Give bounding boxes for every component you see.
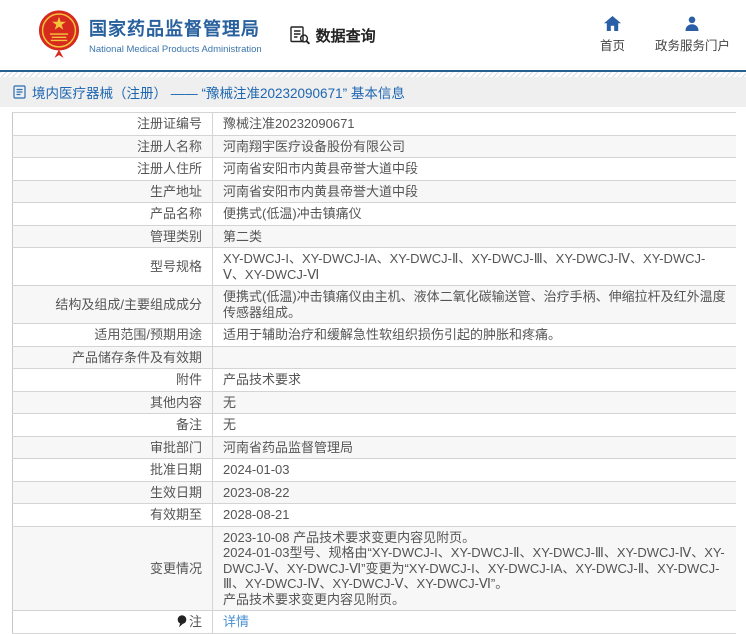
table-row: 产品名称 便携式(低温)冲击镇痛仪 (12, 202, 736, 226)
document-icon (13, 85, 26, 99)
table-row: 生效日期 2023-08-22 (12, 481, 736, 504)
row-label: 备注 (13, 414, 213, 437)
row-label: 适用范围/预期用途 (13, 324, 213, 347)
data-query-icon (289, 25, 311, 45)
table-row: 注册证编号 豫械注准20232090671 (12, 112, 736, 136)
table-row: 其他内容 无 (12, 391, 736, 414)
data-query-nav[interactable]: 数据查询 (289, 25, 376, 46)
table-row: 型号规格 XY-DWCJ-I、XY-DWCJ-IA、XY-DWCJ-Ⅱ、XY-D… (12, 247, 736, 286)
header-nav: 首页 政务服务门户 (600, 16, 730, 54)
row-value: 2024-01-03 (212, 458, 736, 481)
site-title-block: 国家药品监督管理局 National Medical Products Admi… (89, 15, 262, 55)
row-value: 河南翔宇医疗设备股份有限公司 (212, 135, 736, 158)
row-label-text: 变更情况 (149, 560, 202, 576)
row-label-text: 产品储存条件及有效期 (71, 349, 202, 365)
row-value: 详情 (212, 610, 736, 633)
row-label-text: 注册人住所 (136, 161, 202, 176)
row-label: 注册人名称 (13, 135, 213, 158)
nav-home[interactable]: 首页 (600, 16, 625, 54)
table-row: 结构及组成/主要组成成分 便携式(低温)冲击镇痛仪由主机、液体二氧化碳输送管、治… (12, 285, 736, 324)
site-title: 国家药品监督管理局 (89, 19, 260, 39)
row-label: 批准日期 (13, 459, 213, 482)
data-query-label: 数据查询 (315, 27, 376, 45)
row-label: 附件 (13, 369, 213, 392)
row-value: 2023-08-22 (212, 481, 736, 504)
row-label-text: 注册证编号 (136, 116, 202, 131)
row-label-text: 备注 (175, 417, 202, 432)
row-label-text: 其他内容 (149, 394, 202, 410)
row-value: 产品技术要求 (212, 368, 736, 391)
row-label-text: 注 (188, 614, 202, 629)
row-label: 注册人住所 (13, 158, 213, 181)
row-label-text: 附件 (175, 372, 202, 387)
row-value: 便携式(低温)冲击镇痛仪 (212, 202, 736, 225)
info-table: 注册证编号 豫械注准20232090671 注册人名称 河南翔宇医疗设备股份有限… (12, 112, 736, 634)
nmpa-emblem-icon (38, 9, 80, 61)
row-label: 注 (13, 611, 213, 634)
row-label-text: 批准日期 (149, 462, 202, 477)
nav-portal-label: 政务服务门户 (654, 39, 730, 53)
table-row: 变更情况 2023-10-08 产品技术要求变更内容见附页。 2024-01-0… (12, 526, 736, 611)
row-value: 第二类 (212, 225, 736, 248)
note-icon (177, 615, 187, 628)
row-label: 生效日期 (13, 481, 213, 504)
row-value: 2023-10-08 产品技术要求变更内容见附页。 2024-01-03型号、规… (212, 526, 736, 611)
row-label-text: 生效日期 (149, 484, 202, 500)
table-row: 附件 产品技术要求 (12, 368, 736, 392)
row-value: 无 (212, 413, 736, 436)
row-label-text: 适用范围/预期用途 (94, 327, 202, 342)
site-header: 国家药品监督管理局 National Medical Products Admi… (0, 0, 746, 70)
row-label: 其他内容 (13, 391, 213, 414)
table-row: 适用范围/预期用途 适用于辅助治疗和缓解急性软组织损伤引起的肿胀和疼痛。 (12, 323, 736, 347)
row-value: 河南省安阳市内黄县帝誉大道中段 (212, 157, 736, 180)
detail-link[interactable]: 详情 (223, 614, 249, 629)
row-label-text: 型号规格 (149, 258, 202, 274)
table-row: 审批部门 河南省药品监督管理局 (12, 436, 736, 459)
breadcrumb-text: 境内医疗器械（注册） —— “豫械注准20232090671” 基本信息 (32, 86, 405, 101)
nav-portal[interactable]: 政务服务门户 (655, 16, 730, 54)
table-row: 注 详情 (12, 610, 736, 634)
table-row: 注册人住所 河南省安阳市内黄县帝誉大道中段 (12, 157, 736, 181)
row-label: 变更情况 (13, 526, 213, 611)
table-row: 注册人名称 河南翔宇医疗设备股份有限公司 (12, 135, 736, 158)
table-row: 管理类别 第二类 (12, 225, 736, 248)
home-icon (603, 16, 621, 31)
row-label: 产品储存条件及有效期 (13, 346, 213, 369)
table-row: 批准日期 2024-01-03 (12, 458, 736, 482)
row-value: 适用于辅助治疗和缓解急性软组织损伤引起的肿胀和疼痛。 (212, 323, 736, 346)
info-table-body: 注册证编号 豫械注准20232090671 注册人名称 河南翔宇医疗设备股份有限… (12, 112, 736, 634)
row-value: 便携式(低温)冲击镇痛仪由主机、液体二氧化碳输送管、治疗手柄、伸缩拉杆及红外温度… (212, 285, 736, 324)
row-label: 管理类别 (13, 225, 213, 248)
table-row: 产品储存条件及有效期 (12, 346, 736, 369)
nav-home-label: 首页 (599, 39, 625, 53)
site-subtitle: National Medical Products Administration (89, 44, 262, 55)
row-label: 有效期至 (13, 504, 213, 527)
row-value: 河南省药品监督管理局 (212, 436, 736, 459)
row-label: 生产地址 (13, 180, 213, 203)
table-row: 备注 无 (12, 413, 736, 437)
row-value: 河南省安阳市内黄县帝誉大道中段 (212, 180, 736, 203)
table-row: 生产地址 河南省安阳市内黄县帝誉大道中段 (12, 180, 736, 203)
row-label: 型号规格 (13, 248, 213, 286)
row-label-text: 有效期至 (149, 507, 202, 522)
row-value: XY-DWCJ-I、XY-DWCJ-IA、XY-DWCJ-Ⅱ、XY-DWCJ-Ⅲ… (212, 247, 736, 286)
row-label: 结构及组成/主要组成成分 (13, 286, 213, 324)
row-label-text: 审批部门 (149, 439, 202, 455)
row-label-text: 管理类别 (149, 228, 202, 244)
row-value: 无 (212, 391, 736, 414)
row-label-text: 结构及组成/主要组成成分 (55, 296, 202, 312)
row-label-text: 产品名称 (149, 206, 202, 221)
table-row: 有效期至 2028-08-21 (12, 503, 736, 527)
row-value: 2028-08-21 (212, 503, 736, 526)
row-label-text: 注册人名称 (136, 138, 202, 154)
row-label-text: 生产地址 (149, 183, 202, 199)
row-label: 注册证编号 (13, 113, 213, 136)
row-value: 豫械注准20232090671 (212, 112, 736, 135)
breadcrumb: 境内医疗器械（注册） —— “豫械注准20232090671” 基本信息 (0, 77, 746, 107)
row-label: 产品名称 (13, 203, 213, 226)
row-value (212, 346, 736, 369)
person-icon (685, 16, 699, 31)
row-label: 审批部门 (13, 436, 213, 459)
